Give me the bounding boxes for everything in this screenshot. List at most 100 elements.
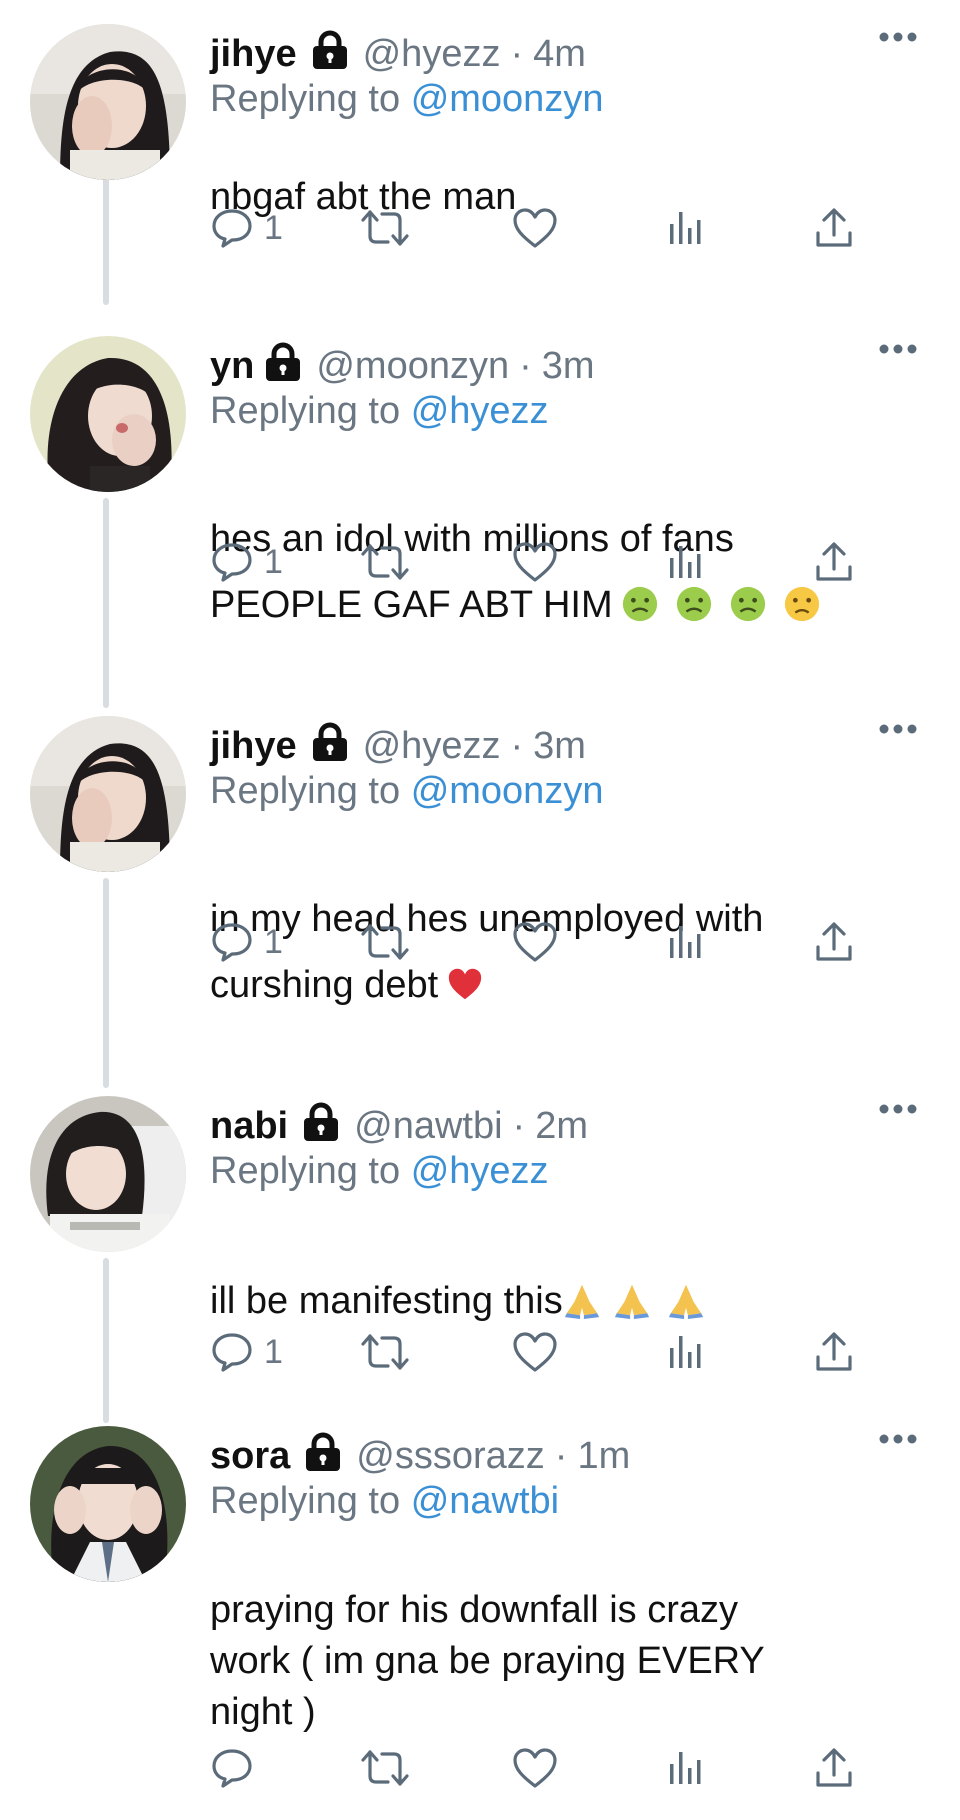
- timestamp[interactable]: 3m: [533, 723, 586, 769]
- reply-icon: [212, 1749, 252, 1788]
- avatar-yn-image: [30, 336, 186, 492]
- views-icon: [670, 926, 701, 958]
- replying-to: Replying to @moonzyn: [210, 76, 603, 122]
- display-name[interactable]: yn: [210, 343, 254, 389]
- reply-mention-link[interactable]: @moonzyn: [411, 770, 604, 812]
- reply-button[interactable]: [210, 1738, 264, 1798]
- reply-mention-link[interactable]: @hyezz: [411, 1150, 549, 1192]
- share-icon: [816, 1748, 852, 1787]
- more-icon[interactable]: [878, 30, 918, 42]
- thread-connector: [103, 878, 109, 1088]
- reply-count: 1: [264, 542, 283, 581]
- reply-icon: [212, 543, 252, 582]
- avatar-sora-image: [30, 1426, 186, 1582]
- more-icon[interactable]: [878, 1102, 918, 1114]
- share-button[interactable]: [814, 1738, 854, 1798]
- reply-icon: [212, 923, 252, 962]
- display-name[interactable]: nabi: [210, 1103, 288, 1149]
- avatar-jihye-image: [30, 716, 186, 872]
- display-name[interactable]: sora: [210, 1433, 290, 1479]
- display-name[interactable]: jihye: [210, 31, 297, 77]
- share-button[interactable]: [814, 198, 854, 258]
- user-handle[interactable]: @sssorazz: [356, 1433, 545, 1479]
- replying-to-label: Replying to: [210, 770, 401, 812]
- views-button[interactable]: [668, 198, 704, 258]
- tweet-text-content: ill be manifesting this: [210, 1280, 563, 1322]
- heart-icon: [513, 208, 557, 248]
- reply-count: 1: [264, 922, 283, 961]
- tweet-header: yn @moonzyn · 3m: [210, 340, 595, 391]
- avatar[interactable]: [30, 24, 186, 180]
- replying-to: Replying to @hyezz: [210, 388, 549, 434]
- reply-icon: [212, 209, 252, 248]
- retweet-icon: [361, 210, 409, 246]
- reply-icon: [212, 1333, 252, 1372]
- reply-button[interactable]: 1: [210, 198, 283, 258]
- share-icon: [816, 922, 852, 961]
- reply-mention-link[interactable]: @moonzyn: [411, 78, 604, 120]
- retweet-button[interactable]: [360, 198, 410, 258]
- retweet-icon: [361, 924, 409, 960]
- views-button[interactable]: [668, 1322, 704, 1382]
- reply-button[interactable]: 1: [210, 1322, 283, 1382]
- user-handle[interactable]: @hyezz: [363, 31, 501, 77]
- avatar[interactable]: [30, 336, 186, 492]
- timestamp[interactable]: 4m: [533, 31, 586, 77]
- more-icon[interactable]: [878, 342, 918, 354]
- views-button[interactable]: [668, 912, 704, 972]
- folded-hands-icon: [564, 1284, 599, 1319]
- thread-connector: [103, 1258, 109, 1423]
- tweet-text: praying for his downfall is crazy work (…: [210, 1534, 890, 1738]
- share-button[interactable]: [814, 912, 854, 972]
- more-icon[interactable]: [878, 722, 918, 734]
- retweet-button[interactable]: [360, 532, 410, 592]
- replying-to: Replying to @nawtbi: [210, 1478, 559, 1524]
- share-icon: [816, 542, 852, 581]
- more-icon[interactable]: [878, 1432, 918, 1444]
- avatar[interactable]: [30, 1096, 186, 1252]
- replying-to-label: Replying to: [210, 1480, 401, 1522]
- replying-to-label: Replying to: [210, 390, 401, 432]
- tweet-text-content: praying for his downfall is crazy work (…: [210, 1589, 765, 1733]
- reply-count: 1: [264, 208, 283, 247]
- like-button[interactable]: [512, 532, 558, 592]
- retweet-button[interactable]: [360, 912, 410, 972]
- timestamp[interactable]: 3m: [542, 343, 595, 389]
- timestamp[interactable]: 1m: [577, 1433, 630, 1479]
- tweet-actions: [210, 1738, 870, 1798]
- retweet-icon: [361, 1334, 409, 1370]
- views-icon: [670, 212, 701, 244]
- avatar[interactable]: [30, 716, 186, 872]
- user-handle[interactable]: @moonzyn: [316, 343, 509, 389]
- separator-dot: ·: [512, 1104, 526, 1147]
- timestamp[interactable]: 2m: [535, 1103, 588, 1149]
- share-button[interactable]: [814, 1322, 854, 1382]
- like-button[interactable]: [512, 198, 558, 258]
- reply-mention-link[interactable]: @nawtbi: [411, 1480, 559, 1522]
- retweet-button[interactable]: [360, 1322, 410, 1382]
- reply-mention-link[interactable]: @hyezz: [411, 390, 549, 432]
- tweet-actions: 1: [210, 1322, 870, 1382]
- heart-icon: [513, 922, 557, 962]
- heart-icon: [513, 542, 557, 582]
- tweet-header: sora @sssorazz · 1m: [210, 1430, 630, 1481]
- reply-button[interactable]: 1: [210, 912, 283, 972]
- avatar[interactable]: [30, 1426, 186, 1582]
- tweet-text: ill be manifesting this: [210, 1232, 890, 1324]
- tweet-header: jihye @hyezz · 4m: [210, 28, 586, 79]
- reply-button[interactable]: 1: [210, 532, 283, 592]
- display-name[interactable]: jihye: [210, 723, 297, 769]
- user-handle[interactable]: @hyezz: [363, 723, 501, 769]
- like-button[interactable]: [512, 1322, 558, 1382]
- tweet-actions: 1: [210, 198, 870, 258]
- replying-to-label: Replying to: [210, 78, 401, 120]
- views-button[interactable]: [668, 532, 704, 592]
- like-button[interactable]: [512, 1738, 558, 1798]
- separator-dot: ·: [510, 724, 524, 767]
- retweet-button[interactable]: [360, 1738, 410, 1798]
- reply-count: 1: [264, 1332, 283, 1371]
- views-button[interactable]: [668, 1738, 704, 1798]
- like-button[interactable]: [512, 912, 558, 972]
- user-handle[interactable]: @nawtbi: [354, 1103, 502, 1149]
- share-button[interactable]: [814, 532, 854, 592]
